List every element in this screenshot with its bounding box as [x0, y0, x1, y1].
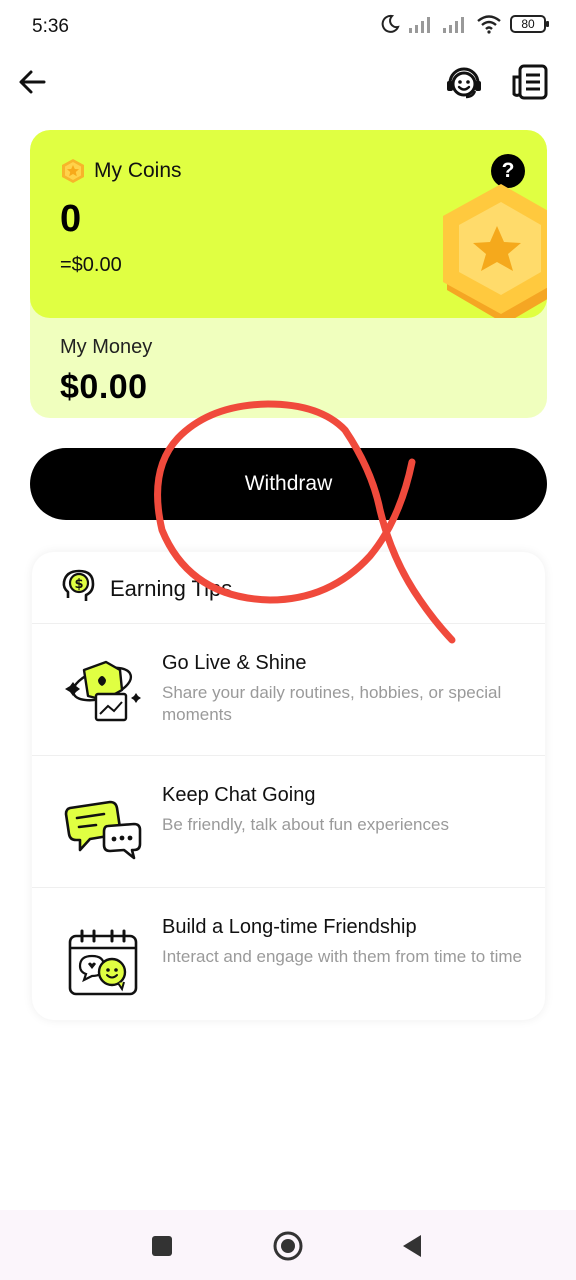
tip-title: Keep Chat Going	[162, 784, 316, 806]
system-navigation-bar	[0, 1210, 576, 1280]
battery-indicator: 80	[510, 15, 549, 33]
records-button[interactable]	[510, 62, 550, 102]
coins-usd-value: =$0.00	[60, 254, 122, 276]
top-bar	[0, 58, 576, 108]
help-button[interactable]: ?	[491, 154, 525, 188]
coin-icon	[62, 159, 84, 183]
coins-label: My Coins	[94, 159, 182, 182]
status-icons: 80	[380, 14, 549, 34]
status-time: 5:36	[32, 16, 69, 37]
document-list-icon	[512, 64, 548, 100]
tip-text: Go Live & Shine Share your daily routine…	[162, 650, 522, 726]
signal-icon-2	[443, 17, 464, 33]
withdraw-button[interactable]: Withdraw	[30, 448, 547, 520]
coins-amount: 0	[60, 198, 82, 240]
earning-tips-card: $ Earning Tips Go Live & Shine Share you…	[32, 552, 545, 1020]
back-button[interactable]	[12, 62, 52, 102]
triangle-back-icon	[403, 1235, 421, 1257]
wallet-card: My Coins ? 0 =$0.00 My Money $0.00	[30, 130, 547, 418]
money-amount: $0.00	[60, 368, 148, 406]
coins-title-row: My Coins	[60, 158, 182, 184]
signal-icon	[409, 17, 430, 33]
coin-illustration	[443, 184, 547, 318]
tip-description: Share your daily routines, hobbies, or s…	[162, 683, 502, 724]
arrow-left-icon	[19, 70, 46, 94]
status-bar: 5:36 80	[0, 0, 576, 52]
tips-title: Earning Tips	[110, 576, 233, 601]
tip-description: Interact and engage with them from time …	[162, 947, 523, 966]
money-label: My Money	[60, 336, 153, 358]
home-button[interactable]	[270, 1228, 306, 1264]
chat-bubbles-icon	[64, 800, 142, 860]
tip-title: Go Live & Shine	[162, 652, 307, 674]
moon-icon	[381, 14, 400, 33]
tip-text: Build a Long-time Friendship Interact an…	[162, 914, 522, 968]
tip-title: Build a Long-time Friendship	[162, 916, 417, 938]
back-nav-button[interactable]	[394, 1228, 430, 1264]
tip-item-go-live: Go Live & Shine Share your daily routine…	[32, 624, 545, 756]
tip-text: Keep Chat Going Be friendly, talk about …	[162, 782, 522, 836]
square-icon	[152, 1236, 172, 1256]
svg-text:$: $	[74, 577, 83, 592]
tip-item-keep-chat: Keep Chat Going Be friendly, talk about …	[32, 756, 545, 888]
headset-smile-icon	[447, 67, 481, 99]
recents-button[interactable]	[144, 1228, 180, 1264]
calendar-friend-icon	[68, 929, 138, 996]
tip-description: Be friendly, talk about fun experiences	[162, 815, 449, 834]
home-circle-icon	[273, 1231, 303, 1261]
tip-item-friendship: Build a Long-time Friendship Interact an…	[32, 888, 545, 1020]
coins-panel: My Coins ? 0 =$0.00	[30, 130, 547, 318]
wifi-icon	[477, 15, 501, 34]
battery-level: 80	[521, 17, 535, 31]
customer-support-button[interactable]	[444, 62, 484, 102]
tips-header: $ Earning Tips	[32, 552, 545, 624]
live-photo-icon	[65, 660, 141, 722]
head-dollar-icon: $	[62, 569, 95, 601]
